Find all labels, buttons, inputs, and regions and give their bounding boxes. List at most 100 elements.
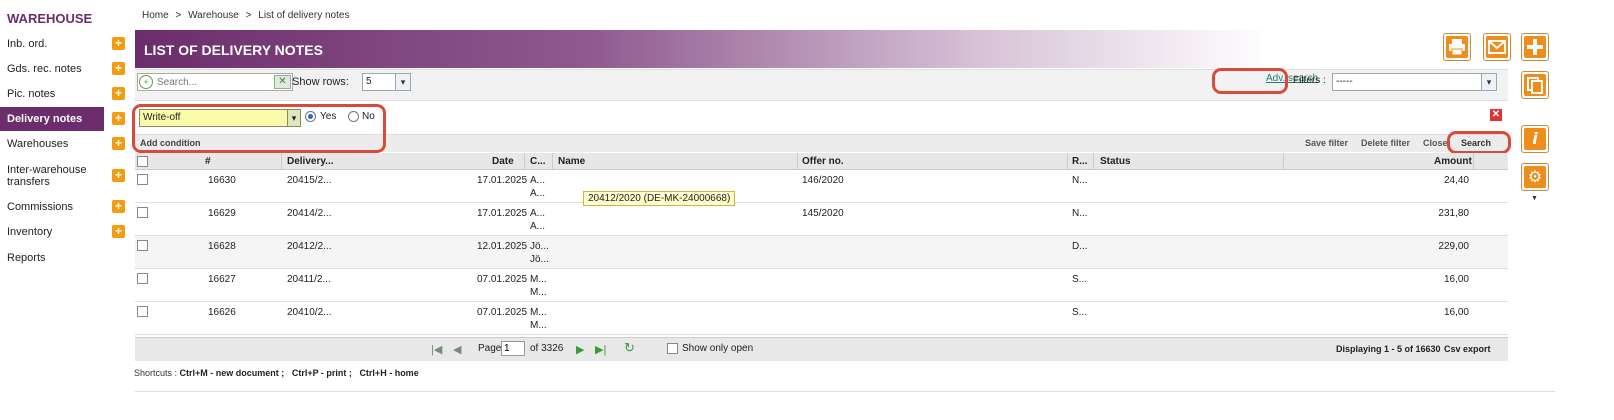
table-row[interactable]: 16627 20411/2... 07.01.2025 M... M... S.… [135, 269, 1508, 302]
cell-date: 17.01.2025 [477, 208, 528, 219]
cell-r: S... [1072, 274, 1088, 285]
row-checkbox[interactable] [137, 240, 148, 251]
select-all-checkbox[interactable] [137, 156, 148, 167]
csv-export-link[interactable]: Csv export [1444, 344, 1491, 354]
close-filter-button[interactable]: Close [1423, 138, 1448, 148]
column-header-offer-no[interactable]: Offer no. [802, 156, 844, 167]
last-page-icon[interactable]: ▶| [595, 343, 606, 356]
cell-customer-2: M... [530, 320, 547, 331]
column-header-status[interactable]: Status [1100, 156, 1131, 167]
condition-highlight [132, 104, 386, 153]
sidebar-item-reports[interactable]: Reports [0, 252, 104, 264]
sidebar-item-inter-warehouse-transfers[interactable]: Inter-warehouse transfers [0, 164, 100, 188]
email-button[interactable] [1483, 33, 1511, 61]
copy-button[interactable] [1521, 71, 1549, 99]
column-header-name[interactable]: Name [558, 156, 585, 167]
print-button[interactable] [1443, 33, 1471, 61]
add-inventory-plus-icon[interactable]: + [112, 225, 125, 238]
delete-filter-button[interactable]: Delete filter [1361, 138, 1410, 148]
add-pic-notes-plus-icon[interactable]: + [112, 87, 125, 100]
sidebar-item-inb-ord[interactable]: Inb. ord. [0, 38, 104, 50]
show-rows-select[interactable]: 5 ▾ [362, 73, 411, 91]
column-divider [1067, 153, 1068, 170]
cell-amount: 24,40 [1443, 175, 1469, 186]
row-checkbox[interactable] [137, 306, 148, 317]
gear-icon: ⚙ [1524, 166, 1546, 188]
table-header: # Delivery... Date C... Name Offer no. R… [135, 153, 1508, 170]
add-warehouses-plus-icon[interactable]: + [112, 137, 125, 150]
row-checkbox[interactable] [137, 174, 148, 185]
cell-offer-no: 145/2020 [802, 208, 844, 219]
column-header-r[interactable]: R... [1072, 156, 1088, 167]
column-header-amount[interactable]: Amount [1434, 156, 1472, 167]
table-row[interactable]: 16626 20410/2... 07.01.2025 M... M... S.… [135, 302, 1508, 335]
settings-dropdown-arrow-icon[interactable]: ▼ [1531, 195, 1538, 202]
column-header-date[interactable]: Date [492, 156, 514, 167]
sidebar-item-inventory[interactable]: Inventory [0, 226, 104, 238]
shortcuts-bar: Shortcuts : Ctrl+M - new document ; Ctrl… [134, 368, 419, 378]
cell-customer: M... [530, 307, 547, 318]
search-input[interactable] [157, 75, 267, 89]
cell-delivery: 20410/2... [287, 307, 332, 318]
close-filter-icon[interactable]: ✕ [1490, 109, 1502, 121]
sidebar-item-pic-notes[interactable]: Pic. notes [0, 88, 104, 100]
cell-date: 07.01.2025 [477, 307, 528, 318]
cell-delivery: 20415/2... [287, 175, 332, 186]
table-row[interactable]: 16629 20414/2... 17.01.2025 A... A... 14… [135, 203, 1508, 236]
cell-r: D... [1072, 241, 1088, 252]
filters-label: Filters : [1293, 75, 1326, 86]
search-button-highlight [1447, 131, 1511, 154]
sidebar-item-gds-rec-notes[interactable]: Gds. rec. notes [0, 63, 104, 75]
next-page-icon[interactable]: ▶ [576, 343, 584, 356]
breadcrumb-current: List of delivery notes [258, 10, 350, 21]
chevron-down-icon: ▾ [1481, 74, 1496, 90]
cell-customer: A... [530, 208, 546, 219]
search-box: + ✕ [137, 73, 293, 91]
displaying-count: Displaying 1 - 5 of 16630 [1336, 344, 1441, 354]
row-checkbox[interactable] [137, 207, 148, 218]
cell-customer: A... [530, 175, 546, 186]
add-document-button[interactable] [1521, 33, 1549, 61]
row-checkbox[interactable] [137, 273, 148, 284]
clear-search-icon[interactable]: ✕ [274, 75, 291, 89]
column-header-customer[interactable]: C... [530, 156, 546, 167]
previous-page-icon[interactable]: ◀ [453, 343, 461, 356]
sidebar-item-warehouses[interactable]: Warehouses [0, 138, 104, 150]
cell-customer-2: A... [530, 188, 546, 199]
cell-delivery: 20412/2... [287, 241, 332, 252]
column-divider [1473, 153, 1474, 170]
add-delivery-notes-plus-icon[interactable]: + [112, 112, 125, 125]
save-filter-button[interactable]: Save filter [1305, 138, 1348, 148]
copy-icon [1524, 74, 1546, 96]
column-header-number[interactable]: # [205, 156, 211, 167]
settings-button[interactable]: ⚙ [1521, 163, 1549, 191]
breadcrumb-home[interactable]: Home [142, 10, 169, 21]
column-header-delivery[interactable]: Delivery... [287, 156, 334, 167]
page-number-input[interactable] [501, 341, 525, 356]
sidebar-item-commissions[interactable]: Commissions [0, 201, 104, 213]
add-gds-rec-notes-plus-icon[interactable]: + [112, 62, 125, 75]
breadcrumb-warehouse[interactable]: Warehouse [188, 10, 239, 21]
table-row[interactable]: 16630 20415/2... 17.01.2025 A... A... 14… [135, 170, 1508, 203]
show-rows-value: 5 [366, 76, 372, 87]
show-only-open-checkbox[interactable] [667, 343, 678, 354]
cell-number: 16630 [208, 175, 236, 186]
first-page-icon[interactable]: |◀ [431, 343, 442, 356]
add-commissions-plus-icon[interactable]: + [112, 200, 125, 213]
column-divider [524, 153, 525, 170]
shortcut-home: Ctrl+H - home [359, 368, 419, 378]
cell-customer-2: A... [530, 221, 546, 232]
filters-select[interactable]: ----- ▾ [1332, 73, 1497, 91]
shortcut-new-document: Ctrl+M - new document ; [179, 368, 285, 378]
add-transfers-plus-icon[interactable]: + [112, 169, 125, 182]
info-button[interactable]: i [1521, 125, 1549, 153]
sidebar-item-delivery-notes[interactable]: Delivery notes [0, 107, 104, 131]
show-rows-label: Show rows: [292, 76, 349, 88]
refresh-icon[interactable]: ↻ [624, 340, 635, 356]
page-header-banner: LIST OF DELIVERY NOTES [135, 30, 1270, 68]
add-inb-ord-plus-icon[interactable]: + [112, 37, 125, 50]
cell-customer: M... [530, 274, 547, 285]
column-divider [552, 153, 553, 170]
table-row[interactable]: 16628 20412/2... 12.01.2025 Jö... Jö... … [135, 236, 1508, 269]
cell-amount: 231,80 [1438, 208, 1469, 219]
